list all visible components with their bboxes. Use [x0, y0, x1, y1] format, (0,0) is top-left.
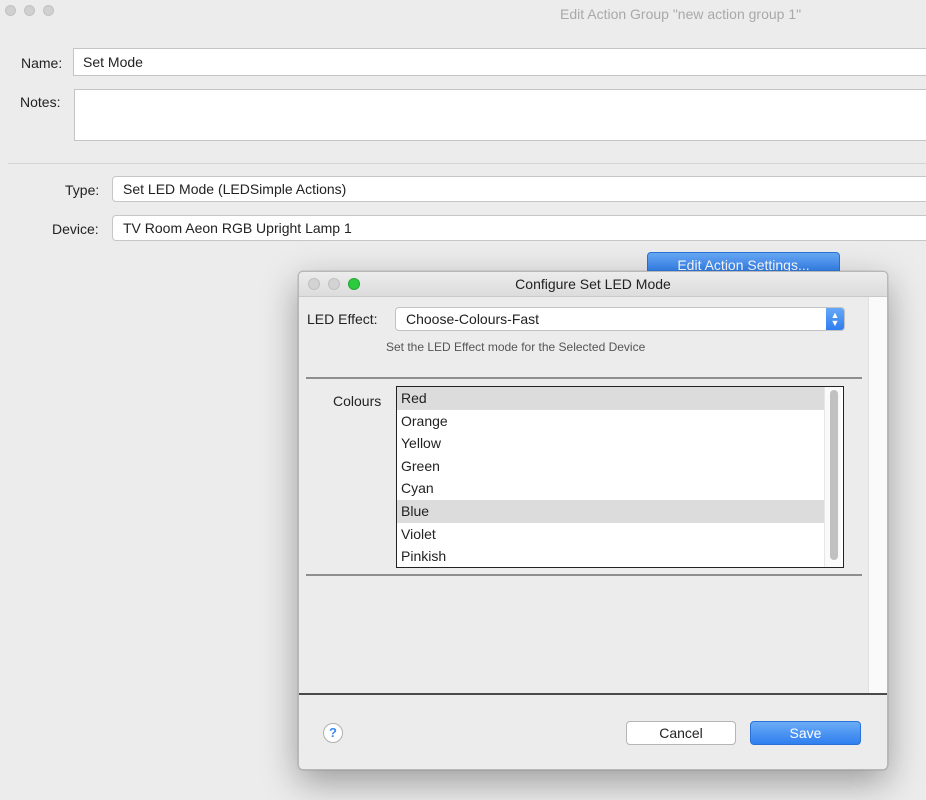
- colour-item-pinkish[interactable]: Pinkish: [397, 545, 825, 567]
- window-controls: [5, 5, 54, 16]
- dialog-divider-bottom: [299, 693, 887, 695]
- dialog-titlebar: Configure Set LED Mode: [299, 272, 887, 297]
- colours-scroll-thumb[interactable]: [830, 390, 838, 560]
- configure-dialog: Configure Set LED Mode LED Effect: Choos…: [298, 271, 888, 770]
- form-divider: [8, 163, 926, 164]
- device-popup[interactable]: TV Room Aeon RGB Upright Lamp 1: [112, 215, 926, 241]
- led-effect-hint: Set the LED Effect mode for the Selected…: [386, 340, 646, 354]
- type-popup[interactable]: Set LED Mode (LEDSimple Actions): [112, 176, 926, 202]
- colour-item-cyan[interactable]: Cyan: [397, 477, 825, 500]
- name-label: Name:: [21, 55, 63, 71]
- dialog-title: Configure Set LED Mode: [515, 276, 671, 292]
- dialog-scrollbar[interactable]: [868, 297, 887, 693]
- zoom-window-button[interactable]: [43, 5, 54, 16]
- help-button[interactable]: ?: [323, 723, 343, 743]
- select-arrows-icon: ▲ ▼: [826, 308, 844, 330]
- close-window-button[interactable]: [5, 5, 16, 16]
- type-label: Type:: [65, 182, 100, 198]
- device-label: Device:: [52, 221, 99, 237]
- colour-item-green[interactable]: Green: [397, 455, 825, 478]
- colour-item-orange[interactable]: Orange: [397, 410, 825, 433]
- colours-list[interactable]: Red Orange Yellow Green Cyan Blue Violet Pinkis…: [396, 386, 844, 568]
- notes-label: Notes:: [20, 94, 61, 110]
- window-title: Edit Action Group "new action group 1": [560, 6, 802, 22]
- notes-field[interactable]: [74, 89, 926, 141]
- colour-item-blue[interactable]: Blue: [397, 499, 825, 523]
- led-effect-label: LED Effect:: [307, 311, 378, 327]
- colours-label: Colours: [333, 393, 382, 409]
- cancel-button[interactable]: Cancel: [626, 721, 736, 745]
- colour-item-violet[interactable]: Violet: [397, 523, 825, 546]
- minimize-window-button[interactable]: [24, 5, 35, 16]
- dialog-divider-middle: [306, 574, 862, 576]
- colour-item-yellow[interactable]: Yellow: [397, 432, 825, 455]
- name-field[interactable]: [73, 48, 926, 76]
- colour-item-red[interactable]: Red: [397, 387, 825, 410]
- dialog-divider-top: [306, 377, 862, 379]
- save-button[interactable]: Save: [750, 721, 861, 745]
- led-effect-select[interactable]: Choose-Colours-Fast ▲ ▼: [395, 307, 845, 331]
- led-effect-value: Choose-Colours-Fast: [406, 311, 540, 327]
